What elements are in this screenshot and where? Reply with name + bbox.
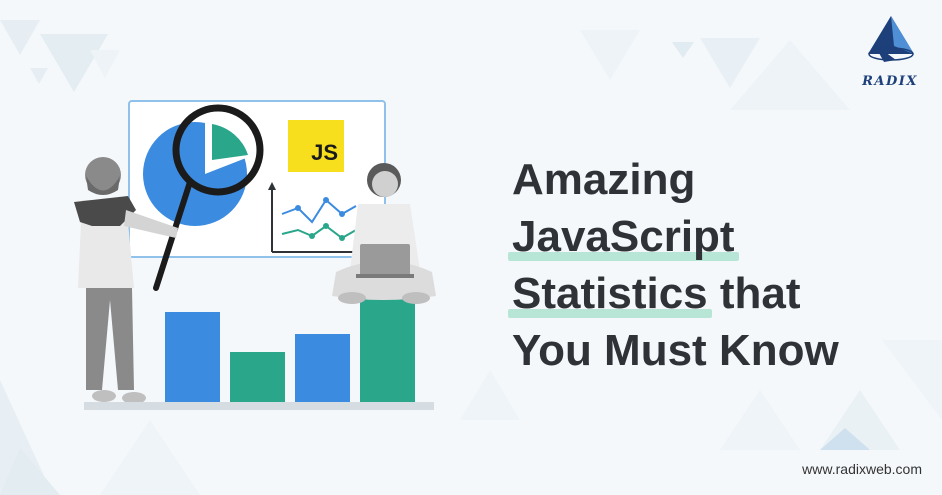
js-badge: JS xyxy=(288,120,344,172)
headline-line-4: You Must Know xyxy=(512,326,839,375)
woman-figure xyxy=(332,163,436,304)
bar-1 xyxy=(165,312,220,404)
floor-line xyxy=(84,402,434,410)
headline: Amazing JavaScript Statistics that You M… xyxy=(508,151,922,379)
bar-3 xyxy=(295,334,350,404)
headline-line-3-rest: that xyxy=(707,269,801,318)
banner: RADIX JS Amazing JavaScript Statistics t… xyxy=(0,0,942,495)
headline-line-1: Amazing xyxy=(512,155,696,204)
headline-line-2: JavaScript xyxy=(508,208,739,265)
bar-4 xyxy=(360,298,415,404)
website-url[interactable]: www.radixweb.com xyxy=(802,461,922,477)
bar-2 xyxy=(230,352,285,404)
laptop-icon xyxy=(356,244,414,278)
pie-chart-icon xyxy=(143,122,248,226)
headline-highlight-statistics: Statistics xyxy=(508,265,712,322)
